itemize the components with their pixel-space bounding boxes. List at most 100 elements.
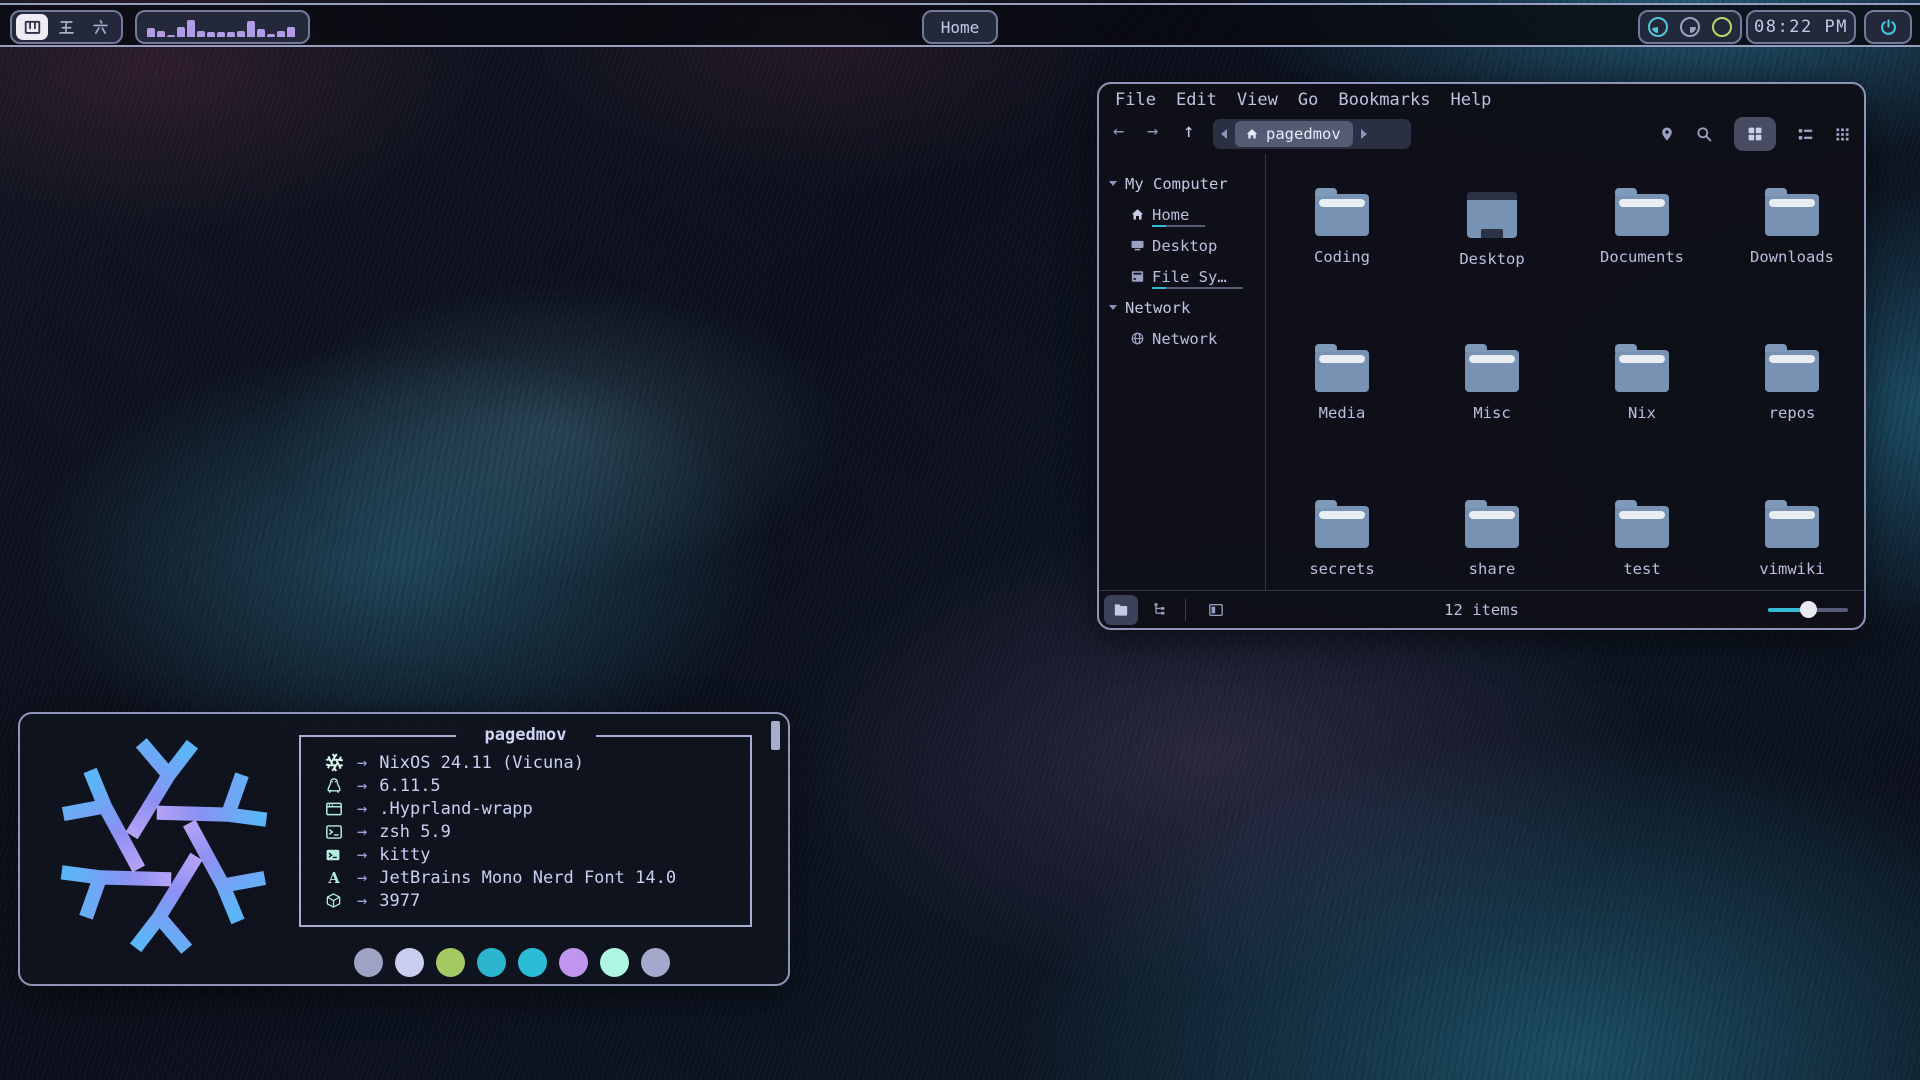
icon-view-button[interactable] [1734, 117, 1776, 151]
os-value: NixOS 24.11 (Vicuna) [379, 753, 584, 773]
workspace-6[interactable] [85, 14, 117, 40]
zoom-slider-knob[interactable] [1800, 601, 1817, 618]
compact-view-button[interactable] [1835, 127, 1850, 142]
side-panel-icon [1208, 602, 1224, 618]
desktop-icon [1130, 238, 1145, 253]
clock-widget[interactable]: 08:22 PM [1746, 10, 1856, 44]
menu-go[interactable]: Go [1298, 90, 1318, 110]
file-item[interactable]: Downloads [1717, 168, 1866, 324]
sidebar-item-home[interactable]: Home [1099, 199, 1265, 230]
visualizer-bar [277, 31, 285, 37]
file-item[interactable]: Coding [1267, 168, 1417, 324]
tree-view-button[interactable] [1143, 595, 1177, 625]
path-scroll-left-icon[interactable] [1221, 129, 1227, 139]
desktop-monitor-icon [1467, 192, 1517, 238]
file-item[interactable]: Desktop [1417, 168, 1567, 324]
folder-icon [1315, 350, 1369, 392]
file-item[interactable]: repos [1717, 324, 1866, 480]
home-icon [1130, 207, 1145, 222]
search-icon[interactable] [1696, 126, 1713, 143]
clock-label: 08:22 PM [1748, 17, 1854, 37]
fetch-wm-row: → .Hyprland-wrapp [325, 797, 742, 820]
toolbar-right [1659, 117, 1850, 151]
palette-dot [518, 948, 547, 977]
folder-icon [1765, 506, 1819, 548]
grid-view-icon [1747, 126, 1763, 142]
window-title-label: Home [924, 18, 996, 37]
packages-value: 3977 [379, 891, 420, 911]
toggle-sidepane-button[interactable] [1199, 595, 1233, 625]
svg-text:A: A [327, 870, 340, 887]
arrow-icon: → [357, 868, 367, 888]
kernel-value: 6.11.5 [379, 776, 440, 796]
menu-file[interactable]: File [1115, 90, 1156, 110]
sidebar-item-network[interactable]: Network [1099, 323, 1265, 354]
sidebar-item-label: Network [1152, 330, 1217, 348]
sidebar-group-my-computer[interactable]: My Computer [1099, 168, 1265, 199]
back-button[interactable]: ← [1113, 120, 1124, 142]
menu-help[interactable]: Help [1450, 90, 1491, 110]
visualizer-bar [147, 28, 155, 37]
audio-visualizer[interactable] [135, 10, 310, 44]
menu-edit[interactable]: Edit [1176, 90, 1217, 110]
menu-view[interactable]: View [1237, 90, 1278, 110]
palette-dot [436, 948, 465, 977]
location-pin-icon[interactable] [1659, 126, 1675, 142]
sidebar-item-filesystem[interactable]: File Sy… [1099, 261, 1265, 292]
file-item[interactable]: Documents [1567, 168, 1717, 324]
collapse-arrow-icon[interactable] [1109, 305, 1117, 310]
file-manager-window: File Edit View Go Bookmarks Help ← → ↑ p… [1097, 82, 1866, 630]
shell-icon [325, 823, 349, 841]
fastfetch-panel: pagedmov → NixOS 24.11 (V [299, 735, 752, 927]
visualizer-bar [267, 34, 275, 37]
forward-button[interactable]: → [1147, 120, 1158, 142]
visualizer-bar [237, 31, 245, 37]
palette-dot [641, 948, 670, 977]
sidebar-group-label: My Computer [1125, 175, 1228, 193]
arrow-icon: → [357, 845, 367, 865]
arrow-icon: → [357, 891, 367, 911]
visualizer-bar [207, 32, 215, 37]
nixos-logo [48, 730, 280, 962]
power-button[interactable] [1864, 10, 1912, 44]
terminal-window[interactable]: pagedmov → NixOS 24.11 (V [18, 712, 790, 986]
path-segment-tab[interactable]: pagedmov [1235, 121, 1353, 147]
folder-icon [1465, 350, 1519, 392]
arrow-icon: → [357, 799, 367, 819]
folder-icon [1765, 350, 1819, 392]
palette-dot [559, 948, 588, 977]
wm-icon [325, 800, 349, 818]
up-button[interactable]: ↑ [1183, 120, 1194, 142]
top-bar: Home 08:22 PM [0, 3, 1920, 47]
sidebar-group-network[interactable]: Network [1099, 292, 1265, 323]
file-item[interactable]: Nix [1567, 324, 1717, 480]
list-view-button[interactable] [1797, 126, 1814, 143]
path-scroll-right-icon[interactable] [1361, 129, 1367, 139]
show-files-button[interactable] [1104, 595, 1138, 625]
sidebar-item-desktop[interactable]: Desktop [1099, 230, 1265, 261]
workspace-switcher[interactable] [10, 10, 123, 44]
desktop: Home 08:22 PM File Ed [0, 0, 1920, 1080]
file-item[interactable]: Media [1267, 324, 1417, 480]
file-name-label: secrets [1309, 560, 1374, 578]
workspace-4[interactable] [16, 14, 48, 40]
visualizer-bar [187, 20, 195, 37]
zoom-slider[interactable] [1768, 608, 1848, 612]
file-name-label: Desktop [1459, 250, 1524, 268]
folder-icon [1615, 194, 1669, 236]
system-indicators[interactable] [1638, 10, 1742, 44]
visualizer-bar [257, 29, 265, 37]
active-window-title[interactable]: Home [922, 10, 998, 44]
workspace-5[interactable] [50, 14, 82, 40]
file-item[interactable]: Misc [1417, 324, 1567, 480]
visualizer-bar [287, 27, 295, 37]
folder-icon [1315, 506, 1369, 548]
menu-bookmarks[interactable]: Bookmarks [1338, 90, 1430, 110]
fetch-os-row: → NixOS 24.11 (Vicuna) [325, 751, 742, 774]
visualizer-bar [197, 31, 205, 37]
collapse-arrow-icon[interactable] [1109, 181, 1117, 186]
folder-icon [1315, 194, 1369, 236]
path-bar[interactable]: pagedmov [1213, 119, 1411, 149]
workspace-glyph-si [24, 19, 41, 36]
arrow-icon: → [357, 753, 367, 773]
